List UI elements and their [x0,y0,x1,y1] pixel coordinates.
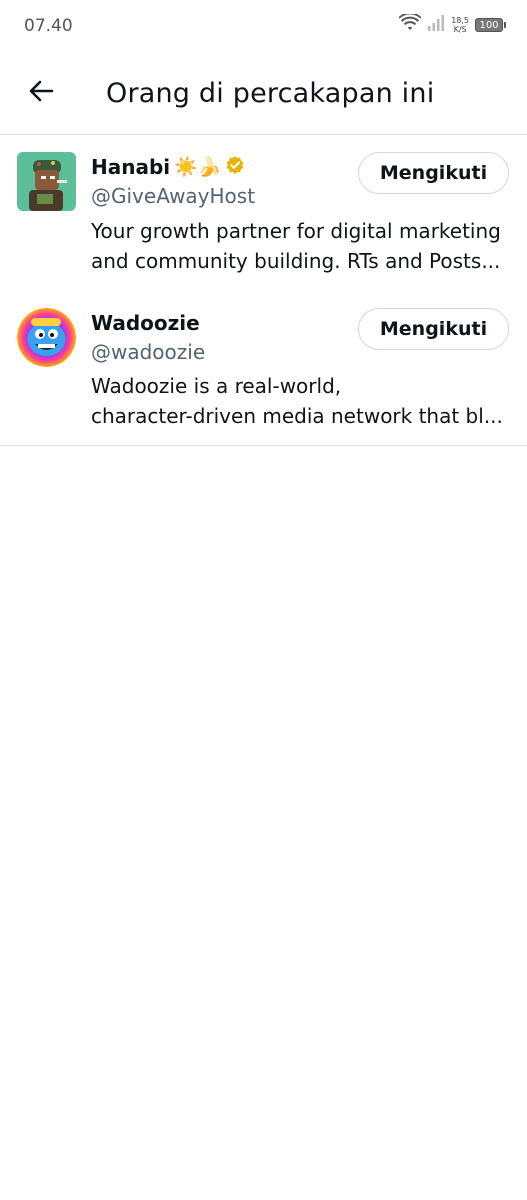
user-bio-line: Your growth partner for digital marketin… [91,219,501,243]
status-time: 07.40 [24,16,73,36]
back-button[interactable] [22,74,60,112]
user-handle: @GiveAwayHost [91,184,256,208]
user-bio-line: and community building. RTs and Posts... [91,249,501,273]
status-icons: 18,5 K/S 100 [398,12,506,36]
network-speed-unit: K/S [453,25,467,34]
network-speed: 18,5 K/S [451,16,469,34]
signal-icon [427,14,445,36]
user-row-wadoozie[interactable]: Wadoozie @wadoozie Wadoozie is a real-wo… [0,290,527,446]
name-emojis: ☀️🍌 [174,155,222,178]
app-header: Orang di percakapan ini [0,52,527,135]
battery-icon: 100 [475,18,506,32]
network-speed-value: 18,5 [451,16,469,25]
arrow-left-icon [27,77,55,109]
user-bio-line: character-driven media network that bl..… [91,404,503,428]
user-bio: Your growth partner for digital marketin… [91,216,511,276]
page-title: Orang di percakapan ini [106,78,435,109]
user-name: Hanabi [91,155,171,179]
following-button[interactable]: Mengikuti [358,308,509,350]
status-bar: 07.40 18,5 K/S 100 [0,0,527,52]
user-name-line: Wadoozie [91,311,200,335]
user-bio: Wadoozie is a real-world, character-driv… [91,371,511,431]
user-bio-line: Wadoozie is a real-world, [91,374,342,398]
avatar[interactable] [17,152,76,211]
user-row-hanabi[interactable]: Hanabi ☀️🍌 @GiveAwayHost Your growth par… [0,135,527,290]
user-name-line: Hanabi ☀️🍌 [91,155,245,179]
user-handle: @wadoozie [91,340,206,364]
verified-badge-icon [225,155,245,179]
following-button[interactable]: Mengikuti [358,152,509,194]
battery-level: 100 [479,19,499,31]
user-name: Wadoozie [91,311,200,335]
user-list: Hanabi ☀️🍌 @GiveAwayHost Your growth par… [0,135,527,446]
avatar[interactable] [17,308,76,367]
wifi-icon [398,12,422,36]
